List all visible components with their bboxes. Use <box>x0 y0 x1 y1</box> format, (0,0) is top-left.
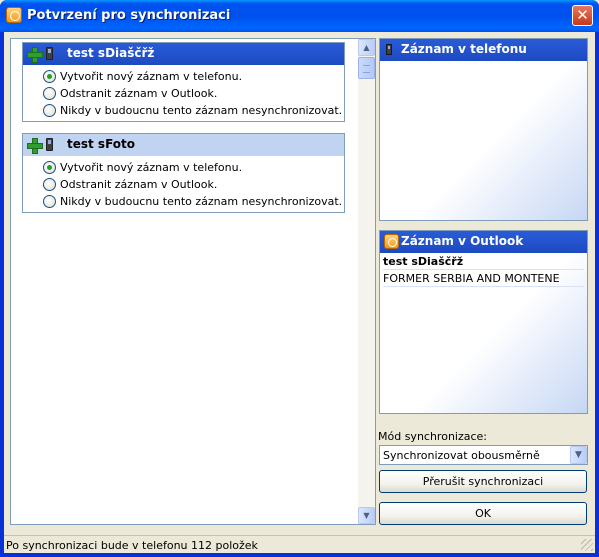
sync-mode-value: Synchronizovat obousměrně <box>383 449 540 462</box>
radio-button[interactable] <box>43 104 56 117</box>
ok-button[interactable]: OK <box>379 502 587 525</box>
phone-panel-header: Záznam v telefonu <box>380 39 587 61</box>
record-item[interactable]: test sFoto Vytvořit nový záznam v telefo… <box>22 133 345 213</box>
scroll-down-button[interactable]: ▼ <box>358 507 375 524</box>
option-label: Vytvořit nový záznam v telefonu. <box>60 161 243 174</box>
plus-icon <box>27 138 43 154</box>
radio-button[interactable] <box>43 195 56 208</box>
radio-button-checked[interactable] <box>43 161 56 174</box>
window-title: Potvrzení pro synchronizaci <box>27 8 231 23</box>
phone-record-panel: Záznam v telefonu <box>379 38 588 221</box>
outlook-record-name: test sDiaščřž <box>383 254 584 270</box>
phone-icon <box>386 44 392 55</box>
abort-sync-button[interactable]: Přerušit synchronizaci <box>379 470 587 493</box>
phone-icon <box>46 138 53 151</box>
scroll-up-button[interactable]: ▲ <box>358 39 375 56</box>
outlook-panel-header: Záznam v Outlook <box>380 231 587 253</box>
chevron-down-icon[interactable]: ▼ <box>570 446 587 464</box>
outlook-record-field: FORMER SERBIA AND MONTENE <box>383 271 584 287</box>
sync-mode-label: Mód synchronizace: <box>378 430 488 443</box>
record-item[interactable]: test sDiaščřž Vytvořit nový záznam v tel… <box>22 42 345 122</box>
sync-mode-select[interactable]: Synchronizovat obousměrně ▼ <box>379 445 588 465</box>
record-list[interactable]: test sDiaščřž Vytvořit nový záznam v tel… <box>10 38 376 525</box>
record-name: test sFoto <box>67 137 136 151</box>
radio-button[interactable] <box>43 87 56 100</box>
status-bar: Po synchronizaci bude v telefonu 112 pol… <box>4 535 595 553</box>
outlook-panel-title: Záznam v Outlook <box>401 234 524 248</box>
record-header[interactable]: test sFoto <box>23 134 344 156</box>
phone-icon <box>46 47 53 60</box>
option-label: Nikdy v budoucnu tento záznam nesynchron… <box>60 104 343 117</box>
option-label: Odstranit záznam v Outlook. <box>60 87 218 100</box>
outlook-icon <box>384 234 399 249</box>
close-button[interactable]: ✕ <box>572 5 593 26</box>
option-label: Odstranit záznam v Outlook. <box>60 178 218 191</box>
record-header[interactable]: test sDiaščřž <box>23 43 344 65</box>
record-name: test sDiaščřž <box>67 46 155 60</box>
outlook-record-panel: Záznam v Outlook test sDiaščřž FORMER SE… <box>379 230 588 414</box>
option-label: Nikdy v budoucnu tento záznam nesynchron… <box>60 195 343 208</box>
vertical-scrollbar[interactable]: ▲ ▼ <box>358 39 375 524</box>
sync-confirmation-window: Potvrzení pro synchronizaci ✕ test sDiaš… <box>0 0 599 557</box>
dialog-client-area: test sDiaščřž Vytvořit nový záznam v tel… <box>4 32 595 553</box>
radio-button-checked[interactable] <box>43 70 56 83</box>
title-bar[interactable]: Potvrzení pro synchronizaci ✕ <box>0 0 599 32</box>
plus-icon <box>27 47 43 63</box>
resize-grip-icon[interactable] <box>581 539 593 551</box>
radio-button[interactable] <box>43 178 56 191</box>
scroll-thumb[interactable] <box>358 57 375 79</box>
option-label: Vytvořit nový záznam v telefonu. <box>60 70 243 83</box>
outlook-app-icon <box>6 7 22 23</box>
phone-panel-title: Záznam v telefonu <box>401 42 527 56</box>
status-text: Po synchronizaci bude v telefonu 112 pol… <box>6 539 258 552</box>
